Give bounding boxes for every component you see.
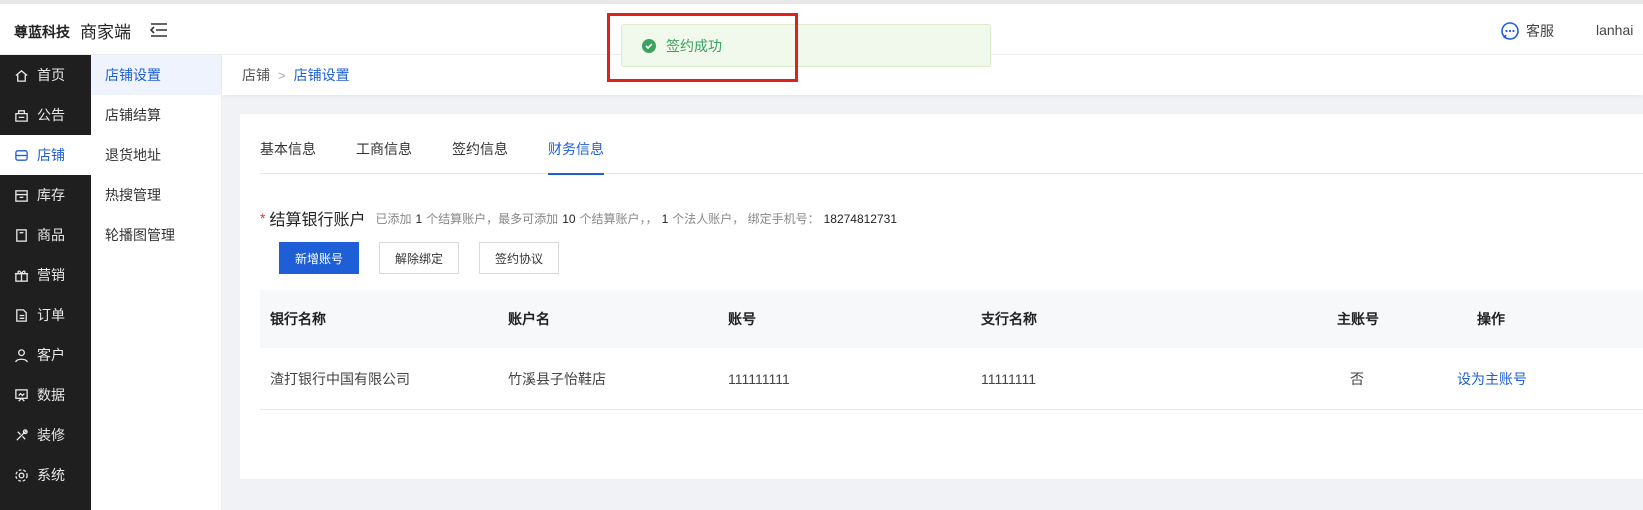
breadcrumb-root[interactable]: 店铺: [242, 65, 270, 85]
sidebar-item-label: 公告: [37, 107, 65, 123]
data-icon: [15, 388, 28, 402]
tab-contract-info[interactable]: 签约信息: [452, 134, 508, 174]
sidebar-item-data[interactable]: 数据: [0, 375, 91, 415]
cell-main-account: 否: [1350, 370, 1364, 387]
add-account-button[interactable]: 新增账号: [279, 242, 360, 274]
decor-icon: [16, 428, 28, 441]
cell-account-name: 竹溪县子怡鞋店: [508, 370, 606, 387]
content-card: 基本信息 工商信息 签约信息 财务信息 * 结算银行账户 已添加 1 个结算账户，最…: [240, 114, 1643, 479]
agreement-button[interactable]: 签约协议: [479, 242, 560, 274]
sidebar-item-marketing[interactable]: 营销: [0, 255, 91, 295]
table-row: 渣打银行中国有限公司 竹溪县子怡鞋店 111111111 11111111 否 …: [260, 348, 1643, 410]
chat-icon: [1501, 22, 1519, 40]
sidebar-item-customers[interactable]: 客户: [0, 335, 91, 375]
sidebar-item-goods[interactable]: 商品: [0, 215, 91, 255]
header-main-account: 主账号: [1337, 311, 1379, 327]
submenu-item-return-address[interactable]: 退货地址: [91, 135, 221, 175]
sidebar-item-decoration[interactable]: 装修: [0, 415, 91, 455]
section-title: 结算银行账户: [269, 212, 366, 229]
sidebar-item-label: 营销: [37, 267, 65, 283]
sidebar-item-inventory[interactable]: 库存: [0, 175, 91, 215]
table-header: 银行名称 账户名 账号 支行名称 主账号 操作: [260, 290, 1643, 348]
order-icon: [16, 308, 27, 322]
user-icon: [15, 348, 28, 362]
header-bank-name: 银行名称: [270, 311, 326, 327]
sidebar-item-notice[interactable]: 公告: [0, 95, 91, 135]
sidebar-item-label: 店铺: [37, 147, 65, 163]
unbind-button[interactable]: 解除绑定: [379, 242, 460, 274]
user-name[interactable]: lanhai: [1596, 22, 1633, 38]
main-sidebar: 首页 公告 店铺 库存 商品 营销 订单 客户 数据 装修 系统: [0, 55, 91, 510]
cell-account-no: 111111111: [728, 370, 790, 387]
store-icon: [15, 149, 28, 161]
submenu-item-store-settlement[interactable]: 店铺结算: [91, 95, 221, 135]
sidebar-item-orders[interactable]: 订单: [0, 295, 91, 335]
sidebar-item-label: 订单: [37, 307, 65, 323]
sidebar-item-label: 系统: [37, 467, 65, 483]
tab-finance-info[interactable]: 财务信息: [548, 134, 604, 175]
cell-branch-name: 11111111: [981, 370, 1037, 387]
portal-name: 商家端: [80, 23, 131, 42]
sidebar-item-label: 数据: [37, 387, 65, 403]
header-account-no: 账号: [728, 311, 756, 327]
cell-bank-name: 渣打银行中国有限公司: [270, 370, 410, 387]
tab-basic-info[interactable]: 基本信息: [260, 134, 316, 174]
inventory-icon: [15, 189, 28, 202]
gear-icon: [15, 468, 28, 482]
sidebar-item-store[interactable]: 店铺: [0, 135, 91, 175]
info-tabs: 基本信息 工商信息 签约信息 财务信息: [260, 134, 1643, 175]
brand-name: 尊蓝科技: [14, 24, 70, 40]
section-note: 已添加 1 个结算账户，最多可添加 10 个结算账户，， 1 个法人账户， 绑定手机号： 18…: [375, 211, 898, 226]
menu-collapse-icon[interactable]: [150, 22, 168, 38]
tab-business-info[interactable]: 工商信息: [356, 134, 412, 174]
sidebar-item-label: 客户: [37, 347, 65, 363]
gift-icon: [14, 270, 29, 282]
header-actions: 操作: [1477, 311, 1505, 327]
breadcrumb-chevron-icon: >: [278, 67, 286, 83]
home-icon: [15, 69, 28, 82]
sidebar-item-system[interactable]: 系统: [0, 455, 91, 495]
store-submenu: 店铺设置 店铺结算 退货地址 热搜管理 轮播图管理: [91, 55, 222, 510]
customer-service-label: 客服: [1526, 23, 1554, 39]
header-account-name: 账户名: [508, 311, 550, 327]
action-buttons: 新增账号 解除绑定 签约协议: [279, 242, 560, 274]
submenu-item-store-settings[interactable]: 店铺设置: [91, 55, 221, 95]
submenu-item-carousel[interactable]: 轮播图管理: [91, 215, 221, 255]
required-mark: *: [260, 210, 266, 226]
sidebar-item-label: 库存: [37, 187, 65, 203]
notice-icon: [15, 109, 28, 122]
goods-icon: [16, 228, 27, 242]
breadcrumb-current: 店铺设置: [293, 67, 350, 83]
submenu-item-hot-search[interactable]: 热搜管理: [91, 175, 221, 215]
bank-account-table: 银行名称 账户名 账号 支行名称 主账号 操作 渣打银行中国有限公司 竹溪县子怡…: [260, 290, 1643, 410]
header-branch-name: 支行名称: [981, 311, 1037, 327]
set-main-account-link[interactable]: 设为主账号: [1457, 369, 1527, 389]
sidebar-item-label: 装修: [37, 427, 65, 443]
sidebar-item-label: 商品: [37, 227, 65, 243]
settlement-account-section: * 结算银行账户 已添加 1 个结算账户，最多可添加 10 个结算账户，， 1 个法人账户，…: [260, 206, 901, 230]
customer-service-button[interactable]: 客服: [1500, 21, 1554, 41]
annotation-highlight-box: [607, 13, 798, 82]
sidebar-item-label: 首页: [37, 67, 65, 83]
sidebar-item-home[interactable]: 首页: [0, 55, 91, 95]
